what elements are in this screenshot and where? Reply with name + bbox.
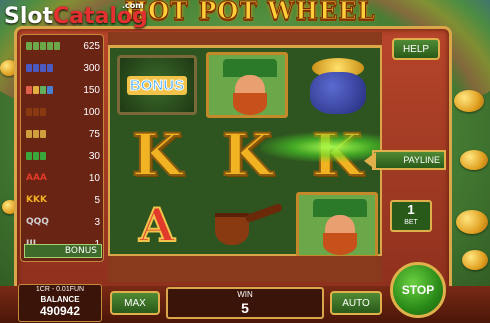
paytable-value: 3 [94,216,100,228]
coin-decoration [460,150,488,170]
rainbow-icon [26,86,53,94]
paytable-row: 100 [23,105,103,119]
logo-slot: Slot [4,4,54,29]
reel-cell [292,190,382,260]
win-label: WIN [237,290,253,299]
bonus-symbol: BONUS [117,55,197,115]
balance-label: BALANCE [40,295,80,304]
bet-display[interactable]: 1 BET [390,200,432,232]
paytable-value: 300 [83,62,100,74]
bet-value: 1 [407,202,415,217]
paytable: 625 300 150 100 75 30 AAA 10 KKK 5 QQQ 3 [20,34,104,262]
clover-icon [26,152,46,160]
bet-label: BET [404,219,418,226]
leprechaun-icon [206,52,288,118]
letter-q-icon: QQQ [26,217,49,227]
reel-cell [292,50,382,120]
paytable-row: 300 [23,61,103,75]
paytable-value: 5 [94,194,100,206]
auto-spin-button[interactable]: AUTO [330,291,382,315]
paytable-value: 625 [83,40,100,52]
arrow-left-icon [364,152,376,170]
payline-indicator: PAYLINE [364,150,446,170]
pot-of-gold-icon [26,64,53,72]
paytable-row: QQQ 3 [23,215,103,229]
paytable-value: 100 [83,106,100,118]
win-display: WIN 5 [166,287,324,319]
leprechaun-icon [296,192,378,258]
coin-value: 1CR - 0.01FUN [35,286,85,293]
pot-of-gold-icon [302,54,372,116]
reel-cell [202,50,292,120]
horseshoe-icon [26,130,46,138]
paytable-row: 75 [23,127,103,141]
coin-decoration [454,90,484,112]
paytable-row: 625 [23,39,103,53]
payline-label: PAYLINE [403,155,440,165]
paytable-value: 10 [88,172,100,184]
letter-a-symbol: A [138,197,176,253]
paytable-value: 150 [83,84,100,96]
reel-cell: A [112,190,202,260]
paytable-bonus: BONUS [24,244,102,258]
letter-a-icon: AAA [26,173,47,183]
site-logo: SlotCatalog .com [4,1,148,29]
reel-cell [202,190,292,260]
coin-decoration [462,250,488,270]
paytable-row: 150 [23,83,103,97]
pipe-icon [211,202,284,247]
letter-k-symbol: K [131,120,183,190]
game-screen: HOT POT WHEEL SlotCatalog .com 625 300 1… [0,0,490,323]
pipe-icon [26,108,46,116]
logo-com: .com [122,1,144,10]
reel-cell: BONUS [112,50,202,120]
leprechaun-icon [26,42,60,50]
paytable-row: 30 [23,149,103,163]
max-bet-button[interactable]: MAX [110,291,160,315]
paytable-value: 30 [88,150,100,162]
coin-decoration [456,210,488,234]
paytable-row: KKK 5 [23,193,103,207]
game-title: HOT POT WHEEL [124,0,376,26]
paytable-value: 75 [88,128,100,140]
stop-button[interactable]: STOP [390,262,446,318]
help-button[interactable]: HELP [392,38,440,60]
reel-cell: K [112,120,202,190]
balance-value: 490942 [39,304,81,318]
balance-panel: 1CR - 0.01FUN BALANCE 490942 [18,284,102,322]
reel-footer [108,256,382,282]
win-value: 5 [241,300,249,316]
letter-k-icon: KKK [26,195,47,205]
paytable-row: AAA 10 [23,171,103,185]
reel-header [108,32,382,46]
win-line-effect [260,132,380,162]
